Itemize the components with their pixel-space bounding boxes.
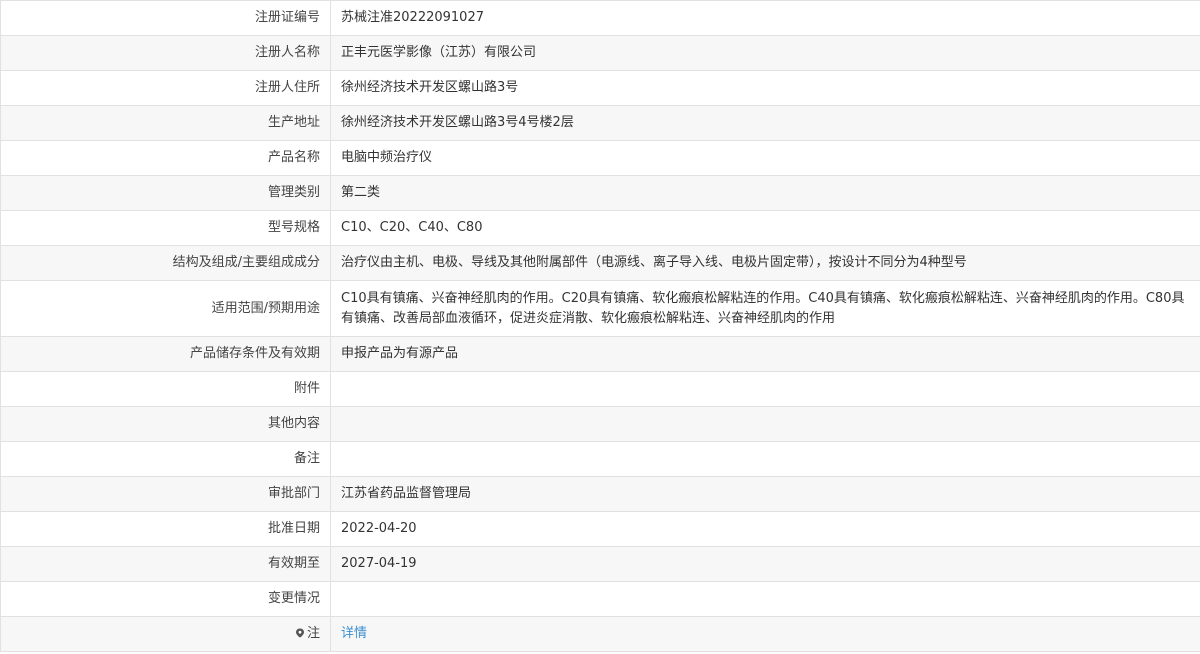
row-value: C10、C20、C40、C80 — [330, 210, 1200, 246]
row-value: 申报产品为有源产品 — [330, 336, 1200, 372]
table-row-change-status: 变更情况 — [0, 581, 1200, 617]
note-label-cell: 注 — [0, 616, 331, 652]
row-label: 型号规格 — [0, 210, 331, 246]
row-value: 徐州经济技术开发区螺山路3号 — [330, 70, 1200, 106]
row-value: 江苏省药品监督管理局 — [330, 476, 1200, 512]
row-value: 治疗仪由主机、电极、导线及其他附属部件（电源线、离子导入线、电极片固定带），按设… — [330, 245, 1200, 281]
table-row-valid-until: 有效期至 2027-04-19 — [0, 546, 1200, 582]
row-label: 批准日期 — [0, 511, 331, 547]
table-row-approval-department: 审批部门 江苏省药品监督管理局 — [0, 476, 1200, 512]
map-pin-icon — [295, 628, 304, 638]
row-label: 生产地址 — [0, 105, 331, 141]
note-label: 注 — [306, 626, 320, 641]
table-row-remarks: 备注 — [0, 441, 1200, 477]
row-label: 产品储存条件及有效期 — [0, 336, 331, 372]
table-row-production-address: 生产地址 徐州经济技术开发区螺山路3号4号楼2层 — [0, 105, 1200, 141]
row-value: 正丰元医学影像（江苏）有限公司 — [330, 35, 1200, 71]
row-label: 有效期至 — [0, 546, 331, 582]
row-label: 适用范围/预期用途 — [0, 280, 331, 337]
table-row-storage-validity: 产品储存条件及有效期 申报产品为有源产品 — [0, 336, 1200, 372]
row-value: 2027-04-19 — [330, 546, 1200, 582]
details-link[interactable]: 详情 — [341, 626, 367, 641]
row-label: 结构及组成/主要组成成分 — [0, 245, 331, 281]
row-label: 管理类别 — [0, 175, 331, 211]
row-value: 徐州经济技术开发区螺山路3号4号楼2层 — [330, 105, 1200, 141]
row-label: 变更情况 — [0, 581, 331, 617]
note-value-cell: 详情 — [330, 616, 1200, 652]
table-row-registrant-address: 注册人住所 徐州经济技术开发区螺山路3号 — [0, 70, 1200, 106]
table-row-management-category: 管理类别 第二类 — [0, 175, 1200, 211]
row-value: 电脑中频治疗仪 — [330, 140, 1200, 176]
registration-detail-table: 注册证编号 苏械注准20222091027 注册人名称 正丰元医学影像（江苏）有… — [0, 0, 1200, 652]
row-label: 注册证编号 — [0, 0, 331, 36]
table-row-structure-composition: 结构及组成/主要组成成分 治疗仪由主机、电极、导线及其他附属部件（电源线、离子导… — [0, 245, 1200, 281]
row-value: C10具有镇痛、兴奋神经肌肉的作用。C20具有镇痛、软化瘢痕松解粘连的作用。C4… — [330, 280, 1200, 337]
table-row-other-content: 其他内容 — [0, 406, 1200, 442]
row-label: 附件 — [0, 371, 331, 407]
table-row-registrant-name: 注册人名称 正丰元医学影像（江苏）有限公司 — [0, 35, 1200, 71]
table-row-model-spec: 型号规格 C10、C20、C40、C80 — [0, 210, 1200, 246]
row-value — [330, 581, 1200, 617]
table-row-product-name: 产品名称 电脑中频治疗仪 — [0, 140, 1200, 176]
row-value: 第二类 — [330, 175, 1200, 211]
row-label: 产品名称 — [0, 140, 331, 176]
row-value — [330, 441, 1200, 477]
row-label: 注册人住所 — [0, 70, 331, 106]
table-row-registration-number: 注册证编号 苏械注准20222091027 — [0, 0, 1200, 36]
row-label: 审批部门 — [0, 476, 331, 512]
row-value — [330, 406, 1200, 442]
table-row-attachment: 附件 — [0, 371, 1200, 407]
table-row-note: 注 详情 — [0, 616, 1200, 652]
row-label: 注册人名称 — [0, 35, 331, 71]
table-row-approval-date: 批准日期 2022-04-20 — [0, 511, 1200, 547]
row-label: 其他内容 — [0, 406, 331, 442]
row-label: 备注 — [0, 441, 331, 477]
row-value — [330, 371, 1200, 407]
row-value: 2022-04-20 — [330, 511, 1200, 547]
row-value: 苏械注准20222091027 — [330, 0, 1200, 36]
table-row-intended-use: 适用范围/预期用途 C10具有镇痛、兴奋神经肌肉的作用。C20具有镇痛、软化瘢痕… — [0, 280, 1200, 337]
